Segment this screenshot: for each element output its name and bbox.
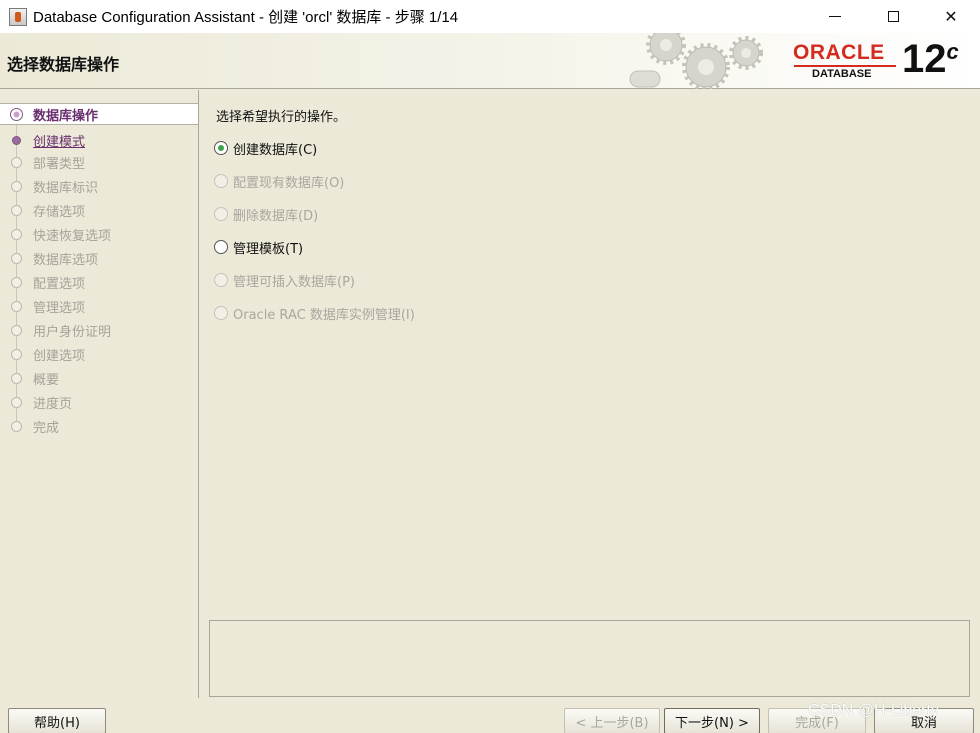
step-item: 存储选项 [0,199,198,221]
step-indicator-icon [11,204,22,216]
operation-option: 配置现有数据库(O) [214,171,344,191]
main-panel: 选择希望执行的操作。 创建数据库(C) 配置现有数据库(O) 删除数据库(D) 管理模… [200,90,980,698]
step-label: 数据库操作 [33,108,99,124]
step-indicator-icon [11,324,22,336]
minimize-icon [829,16,841,17]
version-suffix: c [946,39,959,64]
radio-button [214,273,228,287]
oracle-rule [794,65,896,67]
next-button[interactable]: 下一步(N) > [664,708,760,733]
step-label: 数据库选项 [33,252,99,268]
operation-option: Oracle RAC 数据库实例管理(I) [214,303,415,323]
option-label: 管理可插入数据库(P) [233,274,355,290]
step-label: 概要 [33,372,60,388]
step-item[interactable]: 创建模式 [0,129,198,151]
operation-option[interactable]: 创建数据库(C) [214,138,317,158]
oracle-database-label: DATABASE [812,68,872,80]
help-button[interactable]: 帮助(H) [8,708,106,733]
radio-button [214,174,228,188]
radio-button [214,207,228,221]
operation-option: 管理可插入数据库(P) [214,270,355,290]
option-label: 创建数据库(C) [233,142,318,158]
step-indicator-icon [11,348,22,360]
window-title: Database Configuration Assistant - 创建 'o… [33,9,459,26]
operation-option: 删除数据库(D) [214,204,318,224]
step-indicator-icon [11,300,22,312]
minimize-button[interactable] [806,0,864,33]
operation-option[interactable]: 管理模板(T) [214,237,303,257]
step-label: 管理选项 [33,300,86,316]
option-label: 配置现有数据库(O) [233,175,345,191]
java-app-icon [9,7,27,26]
maximize-icon [887,11,899,22]
step-item: 数据库选项 [0,247,198,269]
step-item: 管理选项 [0,295,198,317]
steps-sidebar: 数据库操作创建模式部署类型数据库标识存储选项快速恢复选项 数据库选项配置选项管理选… [0,90,199,698]
step-item: 部署类型 [0,151,198,173]
step-item: 用户身份证明 [0,319,198,341]
step-label: 配置选项 [33,276,86,292]
step-indicator-icon [11,180,22,192]
close-icon: ✕ [944,7,958,26]
step-indicator-icon [11,396,22,408]
step-item: 配置选项 [0,271,198,293]
page-title: 选择数据库操作 [7,55,120,74]
step-label: 存储选项 [33,204,86,220]
radio-button [214,306,228,320]
operation-prompt: 选择希望执行的操作。 [216,110,347,125]
description-box [209,620,970,697]
step-indicator-icon [11,156,22,168]
title-bar: Database Configuration Assistant - 创建 'o… [0,0,980,33]
step-indicator-icon [11,420,22,432]
step-item: 数据库操作 [0,103,198,125]
step-item: 数据库标识 [0,175,198,197]
oracle-wordmark: ORACLE [793,41,885,64]
gears-decoration-icon [629,33,763,89]
step-label: 快速恢复选项 [33,228,112,244]
step-indicator-icon [11,228,22,240]
option-label: 删除数据库(D) [233,208,319,224]
option-label: Oracle RAC 数据库实例管理(I) [233,307,415,323]
step-label: 部署类型 [33,156,86,172]
step-label: 创建选项 [33,348,86,364]
version-number: 12 [902,37,947,81]
step-item: 快速恢复选项 [0,223,198,245]
page-header: 选择数据库操作 ORACLE DATABASE 12c [0,33,980,89]
step-label: 进度页 [33,396,73,412]
step-item: 完成 [0,415,198,437]
version-badge: 12c [902,37,959,82]
step-label: 创建模式 [33,134,86,150]
radio-button[interactable] [214,141,228,155]
step-item: 创建选项 [0,343,198,365]
step-item: 进度页 [0,391,198,413]
step-indicator-icon [12,135,21,145]
step-indicator-icon [10,107,23,121]
step-label: 数据库标识 [33,180,99,196]
step-label: 用户身份证明 [33,324,112,340]
step-label: 完成 [33,420,60,436]
close-button[interactable]: ✕ [922,0,980,33]
step-indicator-icon [11,252,22,264]
step-item: 概要 [0,367,198,389]
radio-button[interactable] [214,240,228,254]
back-button[interactable]: < 上一步(B) [564,708,660,733]
option-label: 管理模板(T) [233,241,304,257]
maximize-button[interactable] [864,0,922,33]
watermark-text: CSDN @H-Liberty [808,702,939,719]
oracle-logo: ORACLE DATABASE [793,41,903,83]
step-indicator-icon [11,372,22,384]
step-indicator-icon [11,276,22,288]
